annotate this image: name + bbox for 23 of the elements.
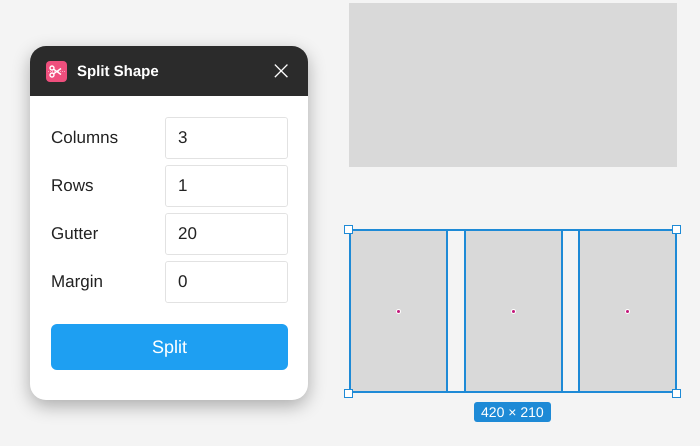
field-label: Margin: [51, 272, 104, 292]
number-field[interactable]: 0: [165, 261, 288, 303]
scissors-icon: [46, 60, 67, 82]
close-button[interactable]: ×: [270, 58, 292, 84]
split-piece[interactable]: [349, 231, 448, 391]
dimensions-label: 420 × 210: [474, 402, 551, 422]
dialog-title: Split Shape: [77, 62, 160, 80]
split-piece[interactable]: [578, 231, 677, 391]
split-piece[interactable]: [464, 231, 562, 391]
field-label: Rows: [51, 176, 95, 196]
center-point-icon: [625, 308, 630, 314]
resize-handle[interactable]: [344, 389, 353, 398]
field-label: Gutter: [51, 224, 100, 244]
number-field[interactable]: 1: [165, 165, 288, 207]
resize-handle[interactable]: [672, 225, 681, 234]
number-field[interactable]: 20: [165, 213, 288, 255]
center-point-icon: [510, 308, 516, 314]
center-point-icon: [396, 308, 401, 314]
resize-handle[interactable]: [672, 389, 681, 398]
resize-handle[interactable]: [344, 225, 353, 234]
selection-frame[interactable]: [349, 229, 677, 393]
number-field[interactable]: 3: [165, 117, 288, 159]
field-label: Columns: [51, 128, 120, 148]
